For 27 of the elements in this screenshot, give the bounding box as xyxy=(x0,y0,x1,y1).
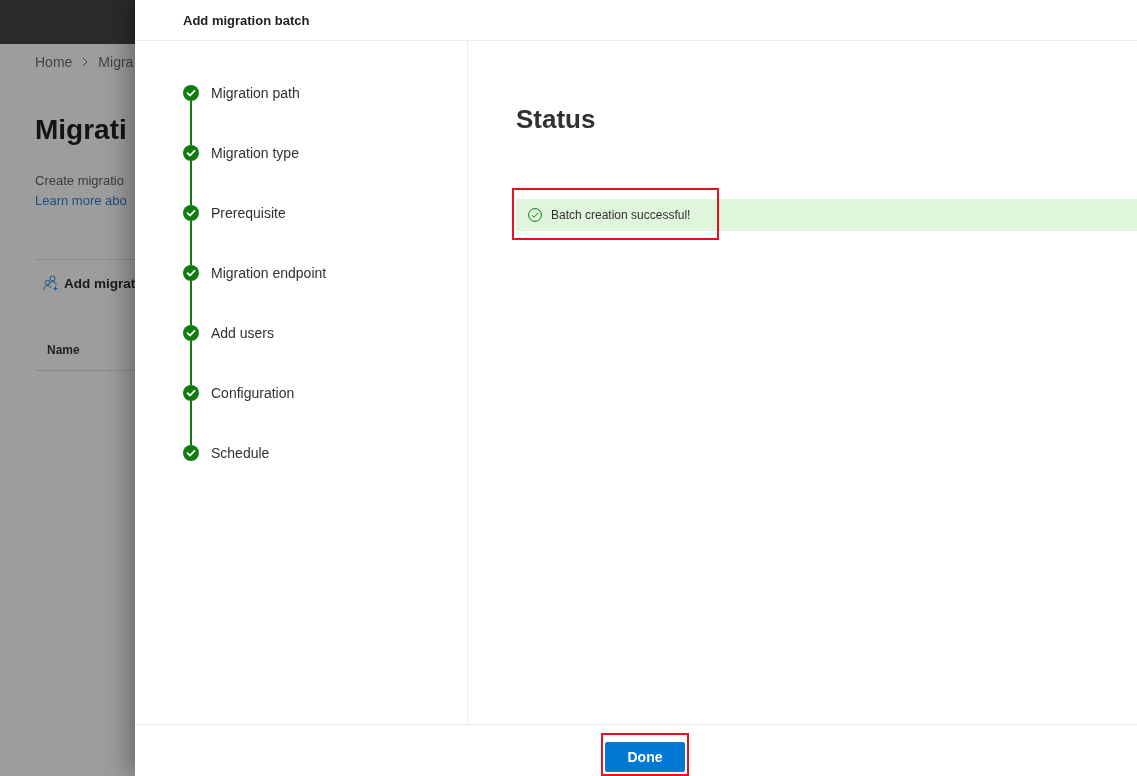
step-label: Migration path xyxy=(211,85,300,101)
step-label: Configuration xyxy=(211,385,295,401)
done-button[interactable]: Done xyxy=(605,742,685,772)
column-header[interactable]: Name xyxy=(47,343,80,357)
learn-more-link[interactable]: Learn more abo xyxy=(35,191,127,211)
step-label: Migration endpoint xyxy=(211,265,327,281)
message-text: Batch creation successful! xyxy=(551,208,691,222)
step-label: Add users xyxy=(211,325,275,341)
step-connector xyxy=(190,101,192,145)
step-connector xyxy=(190,161,192,205)
step-connector xyxy=(190,281,192,325)
step-connector xyxy=(190,401,192,445)
page-description: Create migratio xyxy=(35,172,124,190)
status-heading: Status xyxy=(516,103,596,135)
breadcrumb-link[interactable]: Migra xyxy=(98,52,134,72)
panel-title: Add migration batch xyxy=(183,12,310,28)
breadcrumb-link[interactable]: Home xyxy=(35,52,73,72)
step-label: Migration type xyxy=(211,145,299,161)
people-add-icon xyxy=(43,275,59,291)
step-connector xyxy=(190,221,192,265)
page-title: Migrati xyxy=(35,113,127,147)
chevron-right-icon xyxy=(82,57,89,67)
add-migration-button[interactable]: Add migrat xyxy=(35,267,136,299)
step-connector xyxy=(190,341,192,385)
step-label: Schedule xyxy=(211,445,270,461)
step-label: Prerequisite xyxy=(211,205,286,221)
check-circle-icon xyxy=(528,208,542,222)
